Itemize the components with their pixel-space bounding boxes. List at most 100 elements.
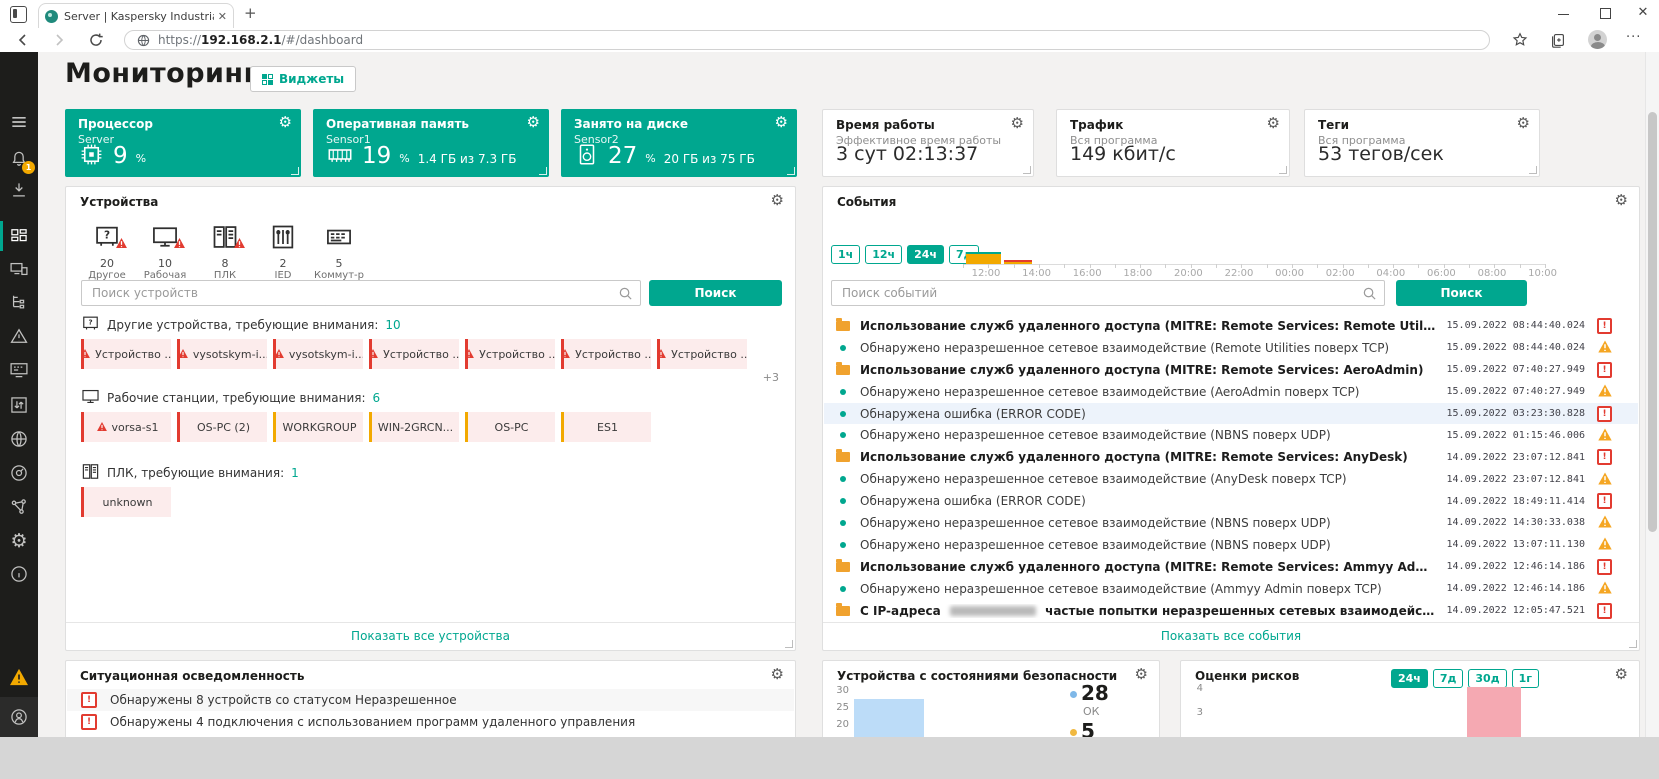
sidebar-item-globe[interactable] [0, 426, 38, 452]
event-row[interactable]: Использование служб удаленного доступа (… [824, 556, 1638, 578]
forward-icon[interactable] [50, 31, 68, 49]
event-row[interactable]: Обнаружено неразрешенное сетевое взаимод… [824, 381, 1638, 403]
event-row[interactable]: Обнаружено неразрешенное сетевое взаимод… [824, 468, 1638, 490]
tab-close-icon[interactable]: ✕ [218, 10, 227, 23]
kpi-card-memory[interactable]: Оперативная память Sensor1 ⚙ 19 % 1.4 ГБ… [313, 109, 549, 177]
resize-handle[interactable] [785, 640, 793, 648]
gear-icon[interactable]: ⚙ [1267, 116, 1280, 131]
event-row[interactable]: Обнаружена ошибка (ERROR CODE)15.09.2022… [824, 403, 1638, 425]
gear-icon[interactable]: ⚙ [1615, 667, 1628, 682]
time-filter-24ч[interactable]: 24ч [907, 245, 944, 264]
time-filter-12ч[interactable]: 12ч [865, 245, 902, 264]
device-chip[interactable]: WIN-2GRCN... [369, 412, 459, 442]
browser-tab[interactable]: Server | Kaspersky Industrial Cyb... ✕ [38, 3, 234, 28]
gear-icon[interactable]: ⚙ [1615, 193, 1628, 208]
event-row[interactable]: Обнаружено неразрешенное сетевое взаимод… [824, 534, 1638, 556]
gear-icon[interactable]: ⚙ [527, 115, 540, 130]
gear-icon[interactable]: ⚙ [279, 115, 292, 130]
event-search-button[interactable]: Поиск [1396, 280, 1527, 306]
risk-filter-30д[interactable]: 30д [1468, 669, 1506, 688]
device-chip[interactable]: Устройство ... [657, 339, 747, 369]
back-icon[interactable] [14, 31, 32, 49]
window-restore-button[interactable] [1590, 0, 1620, 26]
show-all-devices-link[interactable]: Показать все устройства [351, 629, 510, 643]
event-row[interactable]: Обнаружено неразрешенное сетевое взаимод… [824, 424, 1638, 446]
device-type[interactable]: 2IED [254, 223, 312, 281]
device-chip[interactable]: Устройство ... [561, 339, 651, 369]
kpi-card-cpu[interactable]: Процессор Server ⚙ 9 % [65, 109, 301, 177]
show-all-events-link[interactable]: Показать все события [1161, 629, 1301, 643]
event-search-input[interactable] [831, 280, 1385, 306]
resize-handle[interactable] [291, 167, 299, 175]
sidebar-item-bell[interactable]: 1 [0, 146, 38, 172]
sidebar-item-gauge[interactable] [0, 460, 38, 486]
event-row[interactable]: Обнаружена ошибка (ERROR CODE)14.09.2022… [824, 490, 1638, 512]
device-chip[interactable]: Устройство ... [81, 339, 171, 369]
resize-handle[interactable] [1629, 640, 1637, 648]
gear-icon[interactable]: ⚙ [771, 193, 784, 208]
refresh-icon[interactable] [87, 31, 105, 49]
event-row[interactable]: Обнаружено неразрешенное сетевое взаимод… [824, 578, 1638, 600]
group-count[interactable]: 1 [291, 466, 299, 480]
scrollbar-thumb[interactable] [1648, 112, 1657, 532]
event-row[interactable]: Обнаружено неразрешенное сетевое взаимод… [824, 337, 1638, 359]
kpi-card-uptime[interactable]: Время работы Эффективное время работы ⚙ … [822, 109, 1034, 177]
resize-handle[interactable] [539, 167, 547, 175]
sidebar-item-tree[interactable] [0, 289, 38, 315]
device-chip[interactable]: vorsa-s1 [81, 412, 171, 442]
sidebar-item-risk-triangle[interactable] [0, 323, 38, 349]
sidebar-item-terminal[interactable] [0, 357, 38, 383]
sidebar-item-dashboard[interactable] [0, 223, 38, 249]
sidebar-user-icon[interactable] [0, 704, 38, 730]
device-chip[interactable]: OS-PC (2) [177, 412, 267, 442]
sidebar-item-download[interactable] [0, 177, 38, 203]
risk-filter-1г[interactable]: 1г [1512, 669, 1539, 688]
gear-icon[interactable]: ⚙ [1517, 116, 1530, 131]
sidebar-alert-triangle-icon[interactable] [0, 664, 38, 690]
situational-row[interactable]: !Обнаружены 4 подключения с использовани… [67, 711, 794, 733]
device-chip[interactable]: OS-PC [465, 412, 555, 442]
browser-menu-icon[interactable]: ··· [1626, 30, 1641, 45]
time-filter-1ч[interactable]: 1ч [831, 245, 860, 264]
favorites-star-icon[interactable] [1510, 31, 1530, 49]
widgets-button[interactable]: Виджеты [250, 66, 356, 92]
gear-icon[interactable]: ⚙ [1135, 667, 1148, 682]
resize-handle[interactable] [1529, 166, 1537, 174]
risk-bar[interactable] [1467, 687, 1521, 737]
device-chip[interactable]: ES1 [561, 412, 651, 442]
device-type[interactable]: 5Коммут-р [310, 223, 368, 281]
collections-icon[interactable] [1548, 31, 1568, 49]
event-row[interactable]: С IP-адреса частые попытки неразрешенных… [824, 600, 1638, 622]
device-search-button[interactable]: Поиск [649, 280, 782, 306]
address-bar[interactable]: https://192.168.2.1/#/dashboard [124, 30, 1490, 50]
kpi-card-traffic[interactable]: Трафик Вся программа ⚙ 149 кбит/с [1056, 109, 1290, 177]
ok-devices-bar[interactable] [854, 699, 924, 737]
more-chips-label[interactable]: +3 [763, 371, 779, 384]
event-row[interactable]: Обнаружено неразрешенное сетевое взаимод… [824, 512, 1638, 534]
page-scrollbar[interactable] [1645, 52, 1659, 737]
device-chip[interactable]: vysotskym-i... [273, 339, 363, 369]
sidebar-item-info[interactable] [0, 561, 38, 587]
device-chip[interactable]: unknown [81, 487, 171, 517]
device-search-input[interactable] [81, 280, 641, 306]
workspaces-icon[interactable] [10, 6, 27, 23]
resize-handle[interactable] [1023, 166, 1031, 174]
new-tab-button[interactable]: + [244, 4, 257, 22]
gear-icon[interactable]: ⚙ [771, 667, 784, 682]
kpi-card-disk[interactable]: Занято на диске Sensor2 ⚙ 27 % 20 ГБ из … [561, 109, 797, 177]
gear-icon[interactable]: ⚙ [1011, 116, 1024, 131]
device-type[interactable]: ?20Другое [78, 223, 136, 281]
sidebar-item-devices[interactable] [0, 256, 38, 282]
device-chip[interactable]: Устройство ... [465, 339, 555, 369]
sidebar-item-nodes[interactable] [0, 494, 38, 520]
kpi-card-tags[interactable]: Теги Вся программа ⚙ 53 тегов/сек [1304, 109, 1540, 177]
group-count[interactable]: 6 [373, 391, 381, 405]
gear-icon[interactable]: ⚙ [775, 115, 788, 130]
device-chip[interactable]: vysotskym-i... [177, 339, 267, 369]
situational-row[interactable]: !Обнаружены 8 устройств со статусом Нера… [67, 689, 794, 711]
device-type[interactable]: 8ПЛК [196, 223, 254, 281]
resize-handle[interactable] [1279, 166, 1287, 174]
group-count[interactable]: 10 [385, 318, 400, 332]
risk-filter-24ч[interactable]: 24ч [1391, 669, 1428, 688]
device-chip[interactable]: WORKGROUP [273, 412, 363, 442]
